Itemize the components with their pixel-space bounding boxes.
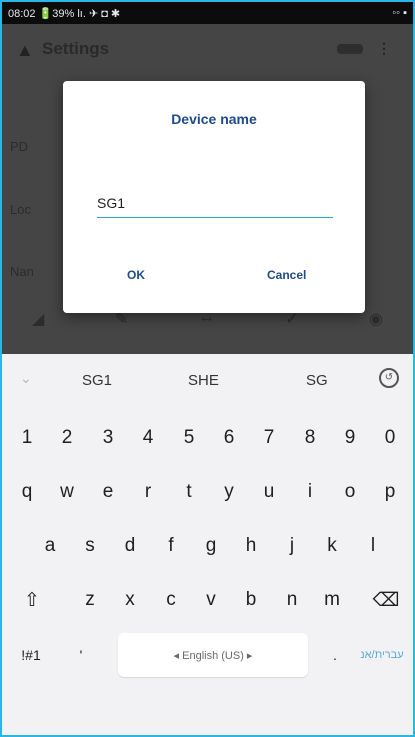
key-6[interactable]: 6 (214, 416, 244, 460)
keyboard-number-row: 1 2 3 4 5 6 7 8 9 0 (2, 410, 413, 462)
key-h[interactable]: h (236, 524, 266, 568)
key-g[interactable]: g (196, 524, 226, 568)
settings-row-label: Nan (10, 264, 34, 279)
key-x[interactable]: x (115, 578, 145, 622)
key-q[interactable]: q (12, 470, 42, 514)
suggestion-1[interactable]: SG1 (82, 372, 112, 389)
key-w[interactable]: w (52, 470, 82, 514)
key-b[interactable]: b (236, 578, 266, 622)
expand-chevron-icon[interactable]: ⌄ (20, 370, 32, 387)
device-name-dialog: Device name OK Cancel (63, 81, 365, 313)
key-s[interactable]: s (75, 524, 105, 568)
keyboard-row-2: a s d f g h j k l (2, 518, 413, 570)
key-5[interactable]: 5 (174, 416, 204, 460)
key-i[interactable]: i (295, 470, 325, 514)
key-1[interactable]: 1 (12, 416, 42, 460)
keyboard-switch-icon[interactable]: ↺ (379, 368, 399, 388)
nav-icon: ◢ (32, 311, 45, 328)
key-7[interactable]: 7 (254, 416, 284, 460)
key-a[interactable]: a (35, 524, 65, 568)
key-f[interactable]: f (156, 524, 186, 568)
key-j[interactable]: j (277, 524, 307, 568)
key-8[interactable]: 8 (295, 416, 325, 460)
apostrophe-key[interactable]: ' (60, 633, 102, 677)
app-bar: ▲ Settings ⋮ (2, 24, 413, 74)
app-logo-icon: ▲ (16, 40, 34, 60)
status-bar: 08:02 🔋39% lı. ✈ ◘ ✱ ◦◦ ▪ (2, 2, 413, 24)
language-switch-key[interactable]: עברית/אנ (354, 633, 410, 677)
shift-key-icon[interactable]: ⇧ (14, 578, 50, 622)
settings-row-label: PD (10, 139, 29, 154)
suggestion-3[interactable]: SG (306, 372, 328, 389)
key-d[interactable]: d (115, 524, 145, 568)
app-title: Settings (42, 39, 110, 58)
device-name-input[interactable] (97, 189, 333, 218)
settings-row-label: Loc (10, 202, 31, 217)
key-t[interactable]: t (174, 470, 204, 514)
dialog-title: Device name (171, 111, 257, 127)
key-u[interactable]: u (254, 470, 284, 514)
key-o[interactable]: o (335, 470, 365, 514)
suggestion-bar: ⌄ SG1 SHE SG ↺ (2, 354, 413, 408)
space-key-label: ◂ English (US) ▸ (173, 649, 253, 662)
period-key[interactable]: . (318, 633, 352, 677)
language-switch-label: עברית/אנ (360, 649, 404, 661)
key-n[interactable]: n (277, 578, 307, 622)
suggestion-2[interactable]: SHE (188, 372, 219, 389)
app-bar-blob-icon (337, 44, 363, 54)
status-right-icons: ◦◦ ▪ (392, 7, 407, 19)
key-k[interactable]: k (317, 524, 347, 568)
keyboard-bottom-row: !#1 ' ◂ English (US) ▸ . עברית/אנ (2, 627, 413, 679)
cancel-button[interactable]: Cancel (261, 264, 312, 286)
more-icon: ⋮ (377, 40, 391, 56)
soft-keyboard: ⌄ SG1 SHE SG ↺ 1 2 3 4 5 6 7 8 9 0 q w e… (2, 354, 413, 735)
key-v[interactable]: v (196, 578, 226, 622)
key-2[interactable]: 2 (52, 416, 82, 460)
circle-icon: ◉ (369, 311, 383, 328)
key-l[interactable]: l (358, 524, 388, 568)
key-r[interactable]: r (133, 470, 163, 514)
key-0[interactable]: 0 (375, 416, 405, 460)
key-p[interactable]: p (375, 470, 405, 514)
key-e[interactable]: e (93, 470, 123, 514)
key-z[interactable]: z (75, 578, 105, 622)
device-screen: 08:02 🔋39% lı. ✈ ◘ ✱ ◦◦ ▪ ▲ Settings ⋮ P… (0, 0, 415, 737)
backspace-key-icon[interactable]: ⌫ (368, 578, 404, 622)
key-3[interactable]: 3 (93, 416, 123, 460)
space-key[interactable]: ◂ English (US) ▸ (118, 633, 308, 677)
key-m[interactable]: m (317, 578, 347, 622)
key-9[interactable]: 9 (335, 416, 365, 460)
symbols-key[interactable]: !#1 (10, 633, 52, 677)
key-y[interactable]: y (214, 470, 244, 514)
status-left-icons: 08:02 🔋39% lı. ✈ ◘ ✱ (8, 7, 121, 20)
ok-button[interactable]: OK (121, 264, 151, 286)
keyboard-row-1: q w e r t y u i o p (2, 464, 413, 516)
keyboard-row-3: ⇧ z x c v b n m ⌫ (2, 572, 413, 624)
key-c[interactable]: c (156, 578, 186, 622)
key-4[interactable]: 4 (133, 416, 163, 460)
